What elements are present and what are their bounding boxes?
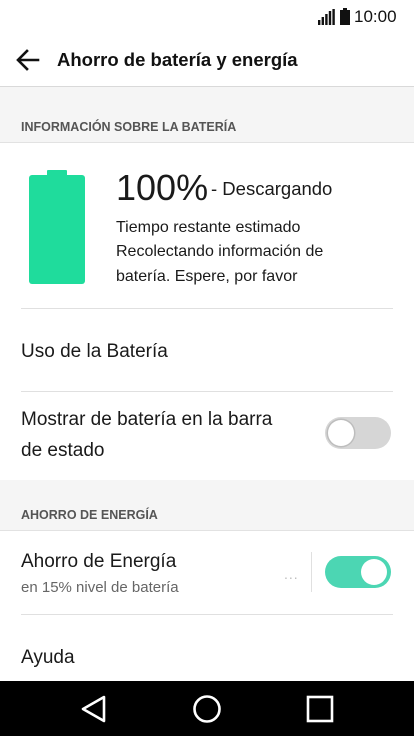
back-button[interactable] [12, 44, 46, 76]
section-header-label: AHORRO DE ENERGÍA [21, 508, 158, 522]
battery-usage-label: Uso de la Batería [21, 341, 168, 362]
help-item[interactable]: Ayuda [0, 615, 414, 681]
show-battery-status-toggle[interactable] [325, 417, 391, 449]
signal-icon [318, 9, 335, 25]
toggle-knob [361, 559, 387, 585]
section-header-battery-info: INFORMACIÓN SOBRE LA BATERÍA [0, 87, 414, 143]
navigation-bar [0, 681, 414, 736]
recents-square-icon [306, 695, 334, 723]
arrow-left-icon [16, 49, 40, 71]
battery-level-graphic [29, 170, 85, 284]
nav-back-button[interactable] [76, 692, 112, 726]
back-triangle-icon [81, 695, 106, 723]
battery-detail-line: batería. Espere, por favor [116, 268, 298, 285]
section-header-energy: AHORRO DE ENERGÍA [0, 480, 414, 531]
help-label: Ayuda [21, 647, 75, 668]
show-battery-status-label: Mostrar de batería en la barra [21, 409, 273, 430]
battery-detail-line: Recolectando información de [116, 243, 324, 260]
energy-saver-toggle[interactable] [325, 556, 391, 588]
energy-saver-label: Ahorro de Energía [21, 551, 177, 572]
app-bar: Ahorro de batería y energía [0, 34, 414, 87]
battery-state: - Descargando [211, 178, 333, 199]
status-time: 10:00 [354, 7, 397, 26]
page-title: Ahorro de batería y energía [57, 49, 298, 70]
toggle-knob [328, 420, 354, 446]
battery-percent: 100% [116, 167, 209, 208]
battery-usage-item[interactable]: Uso de la Batería [0, 309, 414, 391]
energy-saver-subtitle: en 15% nivel de batería [21, 579, 179, 596]
more-options-icon[interactable]: ... [284, 566, 299, 582]
section-header-label: INFORMACIÓN SOBRE LA BATERÍA [21, 120, 237, 134]
nav-recents-button[interactable] [302, 692, 338, 726]
nav-home-button[interactable] [189, 692, 225, 726]
battery-detail-line: Tiempo restante estimado [116, 219, 301, 236]
vertical-divider [311, 552, 312, 592]
status-bar: 10:00 [0, 0, 414, 34]
show-battery-status-label: de estado [21, 440, 105, 461]
battery-icon [340, 8, 350, 25]
home-circle-icon [193, 695, 221, 723]
